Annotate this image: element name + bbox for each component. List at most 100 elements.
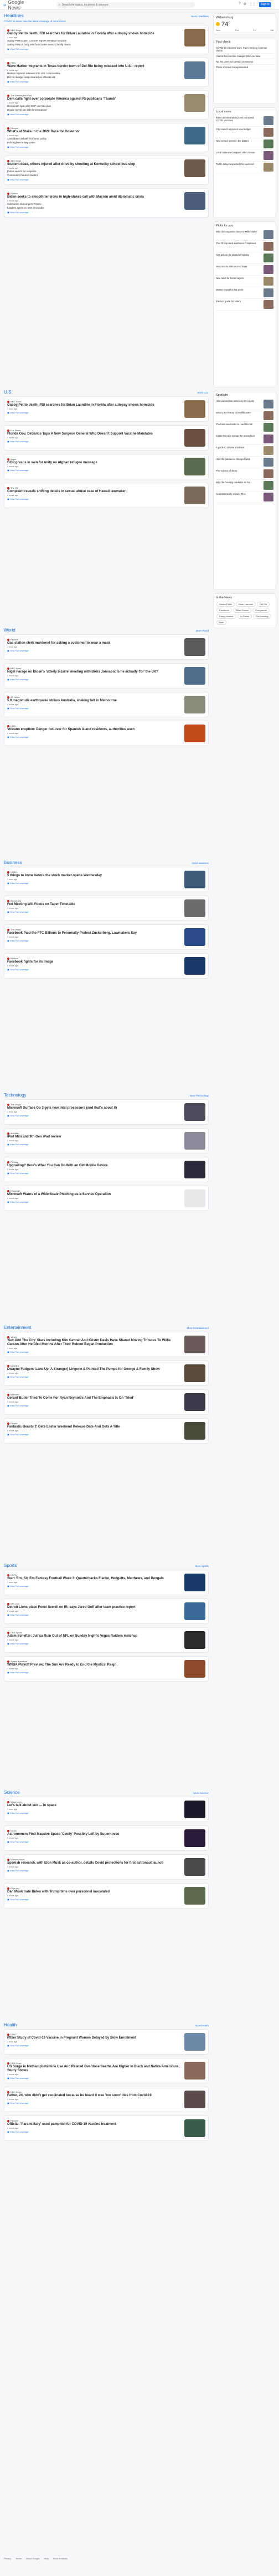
item-headline[interactable]: Gas prices rise ahead of holiday — [216, 254, 262, 262]
item-headline[interactable]: How the pandemic changed work — [216, 458, 262, 467]
spotlight-item[interactable]: Why the housing market is so hot — [216, 480, 273, 492]
more-link[interactable]: More Technology — [190, 1094, 209, 1097]
headline-link[interactable]: Pfizer Study of Covid-19 Vaccine in Preg… — [7, 2036, 182, 2040]
headline-link[interactable]: US Surge in Methamphetamine Use And Rela… — [7, 2065, 182, 2073]
story-thumbnail[interactable] — [184, 29, 205, 46]
help-icon[interactable]: ? — [239, 2, 240, 6]
section-title[interactable]: U.S. — [4, 390, 13, 395]
topic-chip[interactable]: Willie Garson — [232, 608, 252, 613]
headline-link[interactable]: Official: 'Paramilitary' used pamphlet f… — [7, 2123, 182, 2127]
story-thumbnail[interactable] — [184, 487, 205, 504]
sign-in-button[interactable]: Sign in — [259, 2, 271, 7]
full-coverage-link[interactable]: ▣ View Full coverage — [7, 48, 182, 50]
story[interactable]: NFL.com Detroit Lions place Penei Sewell … — [7, 1601, 205, 1622]
headline-link[interactable]: Adam Schefter: Juli'sa Ruin Out of NFL o… — [7, 1634, 182, 1638]
item-headline[interactable]: Photo of crowd misrepresented — [216, 66, 273, 69]
full-coverage-link[interactable]: ▣ View Full coverage — [7, 1585, 182, 1587]
headline-link[interactable]: Start 'Em, Sit 'Em Fantasy Football Week… — [7, 1577, 182, 1581]
story-thumbnail[interactable] — [184, 2062, 205, 2080]
story-thumbnail[interactable] — [184, 928, 205, 946]
full-coverage-link[interactable]: ▣ View Full coverage — [7, 211, 182, 214]
more-link[interactable]: More World — [196, 629, 209, 632]
headline-link[interactable]: Dan Musk Irate Biden with Trump time ove… — [7, 1890, 182, 1894]
story-thumbnail[interactable] — [184, 1829, 205, 1847]
apps-icon[interactable]: ⋮⋮ — [249, 2, 256, 6]
headline-link[interactable]: Astronomers Find Massive Space 'Cavity' … — [7, 1833, 182, 1837]
story-thumbnail[interactable] — [184, 1887, 205, 1905]
headline-link[interactable]: Let's talk about sex — in space — [7, 1804, 182, 1808]
story[interactable]: Variety 'Sex And The City' Stars Includin… — [7, 1334, 205, 1355]
story-thumbnail[interactable] — [184, 1660, 205, 1678]
fact-check-item[interactable]: COVID-19 vaccines work: Fact-checking co… — [216, 45, 273, 54]
full-coverage-link[interactable]: ▣ View Full coverage — [7, 1351, 182, 1353]
headline-link[interactable]: Gas station clerk murdered for asking a … — [7, 642, 182, 645]
settings-icon[interactable]: ⚙ — [244, 2, 246, 6]
headline-link[interactable]: iPad Mini and 9th Gen iPad review — [7, 1135, 182, 1139]
more-link[interactable]: More Headlines — [191, 15, 209, 18]
item-headline[interactable]: Traffic delays expected this weekend — [216, 163, 262, 172]
full-coverage-link[interactable]: ▣ View Full coverage — [7, 882, 182, 884]
section-title[interactable]: Headlines — [4, 13, 24, 18]
section-title[interactable]: World — [4, 628, 16, 633]
full-coverage-link[interactable]: ▣ View Full coverage — [7, 411, 182, 414]
story-thumbnail[interactable] — [184, 2091, 205, 2108]
headline-link[interactable]: Dwayne Fudgers' Lane Up 'A Stranger] Lin… — [7, 1368, 182, 1372]
item-headline[interactable]: What's the history of the filibuster? — [216, 411, 262, 420]
fact-check-item[interactable]: No, 5G does not spread coronavirus — [216, 59, 273, 65]
story[interactable]: The Washington Post Dem calls fight over … — [7, 92, 205, 117]
headline-link[interactable]: Gabby Petito death: FBI searches for Bri… — [7, 404, 182, 407]
headline-link[interactable]: Detroit Lions place Penei Sewell on IR; … — [7, 1606, 182, 1610]
story[interactable]: Reuters What's at Stake in the 2022 Race … — [7, 125, 205, 150]
item-headline[interactable]: Scientists study ancient DNA — [216, 493, 262, 501]
full-coverage-link[interactable]: ▣ View Full coverage — [7, 911, 182, 913]
item-headline[interactable]: How vaccination rates vary by county — [216, 400, 262, 408]
story[interactable]: People Fantastic Beasts 3' Gets Easter We… — [7, 1420, 205, 1441]
full-coverage-link[interactable]: ▣ View Full coverage — [7, 707, 182, 710]
related-link[interactable]: Gabby Petito case: Coroner reports remai… — [7, 39, 182, 43]
story-thumbnail[interactable] — [184, 1132, 205, 1150]
full-coverage-link[interactable]: ▣ View Full coverage — [7, 80, 182, 83]
headline-link[interactable]: Spanish research, with Elon Musk as co-a… — [7, 1861, 182, 1865]
more-link[interactable]: More Sports — [195, 1565, 209, 1568]
story[interactable]: The Verge Microsoft Surface Go 3 gets new… — [7, 1101, 205, 1123]
story-thumbnail[interactable] — [184, 1801, 205, 1818]
item-headline[interactable]: New school opens in the district — [216, 139, 262, 148]
related-link[interactable]: Polls tighten in key states — [7, 141, 182, 144]
full-coverage-link[interactable]: ▣ View Full coverage — [7, 1172, 182, 1175]
local-news-item[interactable]: Traffic delays expected this weekend — [216, 162, 273, 173]
story[interactable]: Bloomberg Fed Meeting Will Focus on Taper… — [7, 898, 205, 919]
full-coverage-link[interactable]: ▣ View Full coverage — [7, 440, 182, 443]
spotlight-item[interactable]: What's the history of the filibuster? — [216, 410, 273, 422]
picks-for-you-item[interactable]: Market report for this week — [216, 287, 273, 299]
related-link[interactable]: Police search for suspects — [7, 170, 182, 173]
related-link[interactable]: Gabby Petito's body was found after sear… — [7, 43, 182, 46]
footer-link[interactable]: Help — [44, 2557, 48, 2560]
headline-link[interactable]: Florida Gov. DeSantis Taps A New Surgeon… — [7, 432, 182, 436]
story[interactable]: NBC News Gabby Petito death: FBI searches… — [7, 399, 205, 420]
section-title[interactable]: Science — [4, 1790, 19, 1795]
spotlight-item[interactable]: A guide to climate solutions — [216, 445, 273, 457]
item-headline[interactable]: Claims that vaccine changes DNA are fals… — [216, 55, 273, 58]
topic-chip[interactable]: Haiti — [216, 620, 227, 625]
full-coverage-link[interactable]: ▣ View Full coverage — [7, 1642, 182, 1645]
item-headline[interactable]: Why do companies lease to Millennials? — [216, 230, 262, 239]
story-thumbnail[interactable] — [184, 899, 205, 917]
story-thumbnail[interactable] — [184, 2119, 205, 2137]
search-input[interactable]: ⌕ Search for topics, locations & sources — [56, 2, 195, 8]
spotlight-item[interactable]: Inside the race to map the ocean floor — [216, 433, 273, 445]
story[interactable]: Billboard Gerard Butler Tried To Come For… — [7, 1392, 205, 1413]
story-thumbnail[interactable] — [184, 94, 205, 112]
story[interactable]: AP News 5.9 magnitude earthquake strikes … — [7, 694, 205, 715]
topic-chip[interactable]: Evergrande — [252, 608, 270, 613]
item-headline[interactable]: Market report for this week — [216, 288, 262, 297]
fact-check-item[interactable]: Claims that vaccine changes DNA are fals… — [216, 54, 273, 59]
story-thumbnail[interactable] — [184, 957, 205, 975]
story[interactable]: CBS News US Surge in Methamphetamine Use … — [7, 2060, 205, 2081]
local-news-item[interactable]: City council approves new budget — [216, 127, 273, 138]
picks-for-you-item[interactable]: Election guide for voters — [216, 299, 273, 311]
story[interactable]: Fox News Florida Gov. DeSantis Taps A New… — [7, 427, 205, 448]
story[interactable]: CBS Sports Adam Schefter: Juli'sa Ruin Ou… — [7, 1630, 205, 1651]
item-headline[interactable]: Local restaurant reopens after closure — [216, 151, 262, 160]
headline-link[interactable]: Complaint reveals shifting details in se… — [7, 490, 182, 494]
story[interactable]: NBC News Father, 24, who didn't get vacci… — [7, 2089, 205, 2110]
